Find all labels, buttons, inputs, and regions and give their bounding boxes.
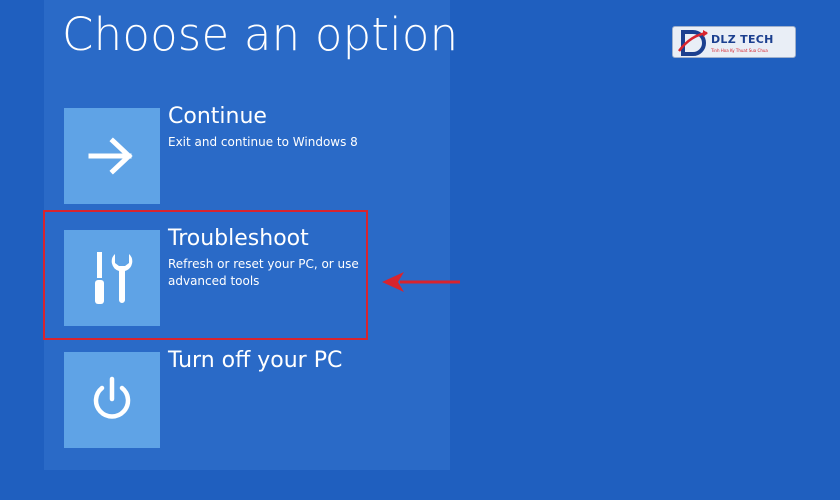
annotation-arrow-icon bbox=[382, 272, 460, 292]
option-continue[interactable]: Continue Exit and continue to Windows 8 bbox=[64, 104, 444, 204]
continue-tile[interactable] bbox=[64, 108, 160, 204]
arrow-right-icon bbox=[88, 137, 133, 175]
option-turn-off[interactable]: Turn off your PC bbox=[64, 348, 444, 448]
logo-brand-text: DLZ TECH bbox=[711, 33, 774, 46]
logo-tagline: Tinh Hoa Ky Thuat Sua Chua bbox=[711, 48, 768, 53]
continue-title: Continue bbox=[168, 104, 267, 129]
dlz-logo-icon bbox=[678, 30, 708, 56]
turn-off-title: Turn off your PC bbox=[168, 348, 343, 373]
continue-description: Exit and continue to Windows 8 bbox=[168, 135, 358, 149]
page-title: Choose an option bbox=[62, 8, 459, 61]
turn-off-tile[interactable] bbox=[64, 352, 160, 448]
power-icon bbox=[93, 376, 131, 419]
annotation-highlight-box bbox=[43, 210, 368, 340]
dlz-tech-logo: DLZ TECH Tinh Hoa Ky Thuat Sua Chua bbox=[672, 26, 796, 58]
